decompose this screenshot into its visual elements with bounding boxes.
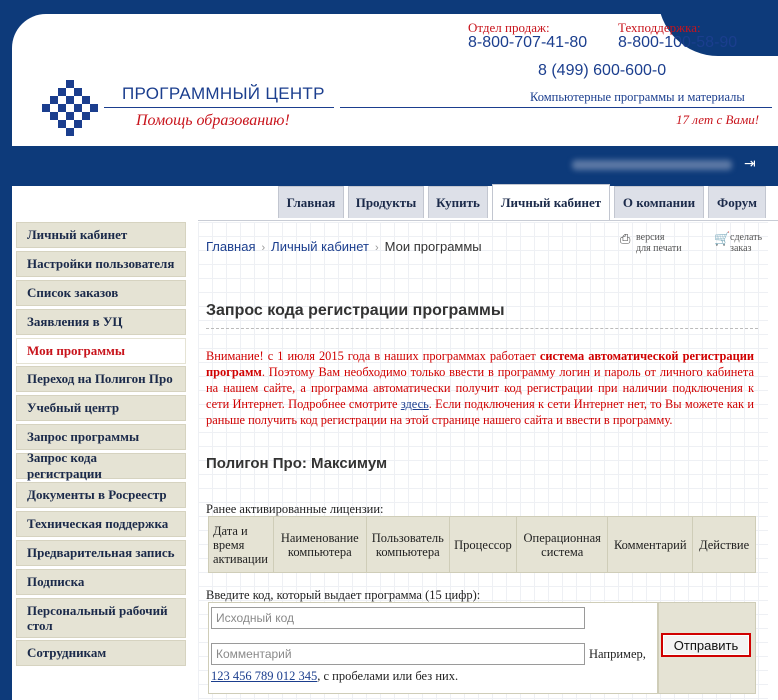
- licenses-header-row: Дата и время активации Наименование комп…: [208, 516, 756, 573]
- sidebar-item-tech-support[interactable]: Техническая поддержка: [16, 510, 186, 537]
- order-label-2: заказ: [730, 243, 752, 254]
- sidebar-item-subscription[interactable]: Подписка: [16, 568, 186, 595]
- col-action: Действие: [692, 516, 756, 573]
- sidebar-item-user-settings[interactable]: Настройки пользователя: [16, 250, 186, 277]
- breadcrumb-separator-icon: ›: [261, 242, 266, 254]
- tagline: Компьютерные программы и материалы: [530, 90, 745, 104]
- sidebar-item-program-request[interactable]: Запрос программы: [16, 424, 186, 451]
- sidebar-item-account[interactable]: Личный кабинет: [16, 222, 186, 248]
- username-blurred[interactable]: [572, 160, 732, 170]
- breadcrumb-home[interactable]: Главная: [206, 239, 255, 254]
- main-content: Главная › Личный кабинет › Мои программы ⎙ в…: [198, 222, 768, 700]
- logout-icon[interactable]: ⇥: [744, 156, 760, 172]
- sidebar-item-orders[interactable]: Список заказов: [16, 279, 186, 306]
- breadcrumb-separator-icon: ›: [374, 242, 379, 254]
- tab-home[interactable]: Главная: [278, 186, 344, 218]
- tab-account[interactable]: Личный кабинет: [492, 184, 610, 220]
- licenses-table: Дата и время активации Наименование комп…: [208, 516, 756, 573]
- comment-input[interactable]: [211, 643, 585, 665]
- code-label: Введите код, который выдает программа (1…: [206, 588, 481, 602]
- sidebar-item-poligon-pro[interactable]: Переход на Полигон Про: [16, 366, 186, 393]
- years-badge: 17 лет с Вами!: [676, 112, 760, 127]
- breadcrumb: Главная › Личный кабинет › Мои программы: [206, 239, 482, 254]
- notice-details-link[interactable]: здесь: [401, 397, 429, 411]
- header-divider: [340, 107, 772, 108]
- user-bar: ⇥: [540, 155, 762, 175]
- product-title: Полигон Про: Максимум: [206, 455, 388, 472]
- col-processor: Процессор: [448, 516, 518, 573]
- sidebar-item-pre-registration[interactable]: Предварительная запись: [16, 539, 186, 566]
- tab-buy[interactable]: Купить: [428, 186, 488, 218]
- print-version-link[interactable]: ⎙ версия для печати: [620, 232, 682, 254]
- support-phone: 8-800-100-58-90: [618, 34, 738, 51]
- sales-phone: 8-800-707-41-80: [468, 34, 588, 51]
- print-label-2: для печати: [636, 243, 682, 254]
- slogan: Помощь образованию!: [136, 112, 290, 129]
- top-nav-tabs: Главная Продукты Купить Личный кабинет О…: [278, 184, 770, 222]
- sidebar-item-personal-desktop[interactable]: Персональный рабочий стол: [16, 597, 186, 638]
- sidebar-item-rosreestr-docs[interactable]: Документы в Росреестр: [16, 482, 186, 509]
- example-number: 123 456 789 012 345: [211, 669, 318, 683]
- example-hint: 123 456 789 012 345, с пробелами или без…: [211, 669, 458, 684]
- tab-products[interactable]: Продукты: [348, 186, 424, 218]
- content-panel: Главная Продукты Купить Личный кабинет О…: [12, 184, 778, 700]
- tab-forum[interactable]: Форум: [708, 186, 766, 218]
- page-title: Запрос кода регистрации программы: [206, 302, 505, 319]
- submit-button[interactable]: Отправить: [661, 633, 751, 657]
- title-divider: [206, 328, 758, 329]
- tab-about[interactable]: О компании: [614, 186, 704, 218]
- sidebar-item-employees[interactable]: Сотрудникам: [16, 640, 186, 667]
- col-computer-user: Пользователь компьютера: [365, 516, 450, 573]
- printer-icon: ⎙: [620, 232, 631, 247]
- col-computer-name: Наименование компьютера: [272, 516, 367, 573]
- order-label-1: сделать: [730, 232, 763, 243]
- sidebar-item-training-center[interactable]: Учебный центр: [16, 395, 186, 422]
- licenses-label: Ранее активированные лицензии:: [206, 502, 384, 516]
- make-order-link[interactable]: 🛒 сделать заказ: [714, 232, 763, 254]
- cart-icon: 🛒: [714, 232, 731, 247]
- code-form: Например, 123 456 789 012 345, с пробела…: [208, 602, 658, 694]
- moscow-phone: 8 (499) 600-600-0: [538, 62, 667, 79]
- brand-divider: [104, 107, 334, 108]
- sidebar-item-my-programs[interactable]: Мои программы: [16, 337, 186, 364]
- example-label: Например,: [589, 647, 646, 661]
- source-code-input[interactable]: [211, 607, 585, 629]
- notice-text-1: Внимание! с 1 июля 2015 года в наших про…: [206, 349, 540, 363]
- breadcrumb-current: Мои программы: [384, 239, 482, 254]
- breadcrumb-account[interactable]: Личный кабинет: [271, 239, 369, 254]
- col-os: Операционная система: [516, 516, 609, 573]
- logo-icon[interactable]: [42, 80, 98, 136]
- sidebar-item-uc-applications[interactable]: Заявления в УЦ: [16, 308, 186, 335]
- col-comment: Комментарий: [607, 516, 694, 573]
- sidebar: Личный кабинет Настройки пользователя Сп…: [16, 222, 186, 669]
- brand-name[interactable]: ПРОГРАММНЫЙ ЦЕНТР: [122, 84, 325, 104]
- auto-registration-notice: Внимание! с 1 июля 2015 года в наших про…: [206, 348, 754, 428]
- print-label-1: версия: [636, 232, 665, 243]
- site-header: ПРОГРАММНЫЙ ЦЕНТР Помощь образованию! От…: [12, 14, 778, 146]
- tabs-baseline: [198, 220, 778, 221]
- sidebar-item-regcode-request[interactable]: Запрос кода регистрации: [16, 450, 186, 481]
- col-activation-date: Дата и время активации: [208, 516, 274, 573]
- submit-cell: Отправить: [658, 602, 756, 694]
- example-suffix: , с пробелами или без них.: [317, 669, 459, 683]
